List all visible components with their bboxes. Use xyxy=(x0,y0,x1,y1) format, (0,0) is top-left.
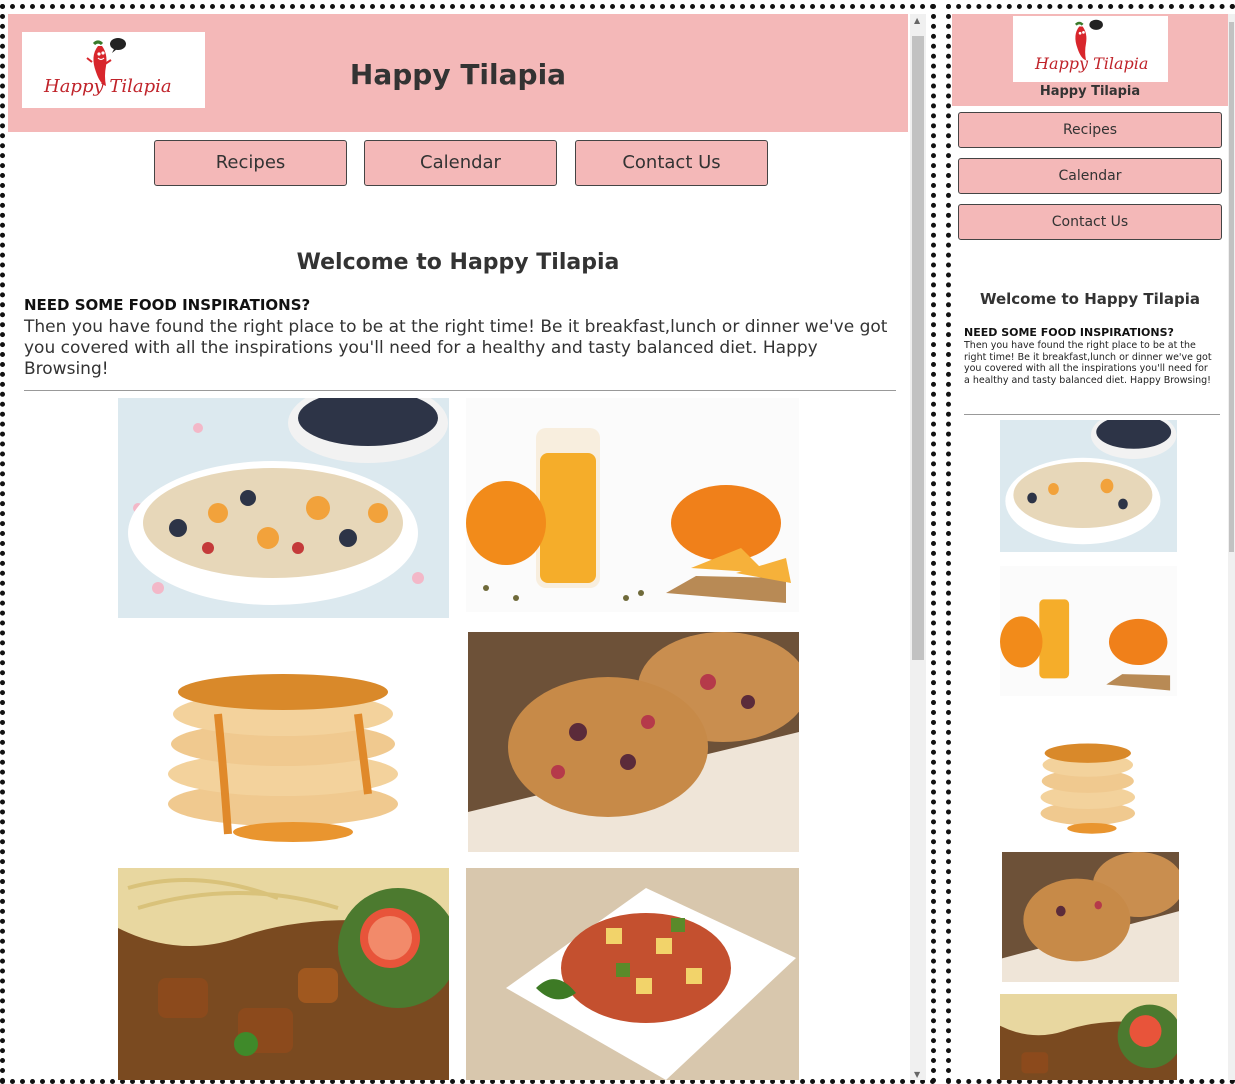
scones-image xyxy=(468,632,799,852)
site-header: Happy Tilapia Happy Tilapia xyxy=(8,14,908,132)
intro-paragraph: Then you have found the right place to b… xyxy=(24,317,888,379)
mobile-pancake-stack-image xyxy=(1020,722,1156,838)
fruit-oat-bowl-image xyxy=(118,398,449,618)
mobile-inspiration-subheading: NEED SOME FOOD INSPIRATIONS? xyxy=(964,326,1174,339)
scroll-down-arrow-icon[interactable]: ▼ xyxy=(914,1070,920,1079)
desktop-scrollbar-thumb[interactable] xyxy=(912,36,924,660)
mobile-scones-image xyxy=(1002,852,1179,982)
welcome-heading: Welcome to Happy Tilapia xyxy=(296,250,620,275)
desktop-viewport: Happy Tilapia Happy Tilapia Recipes Cale… xyxy=(8,14,908,1080)
nav-recipes-button[interactable]: Recipes xyxy=(154,140,347,186)
mango-juice-image xyxy=(466,398,799,612)
mobile-noodle-stew-salad-image xyxy=(1000,994,1177,1080)
diced-veggie-plate-image xyxy=(466,868,799,1080)
mobile-site-header: Happy Tilapia Happy Tilapia xyxy=(952,14,1228,106)
mobile-site-title: Happy Tilapia xyxy=(1039,84,1141,99)
inspiration-subheading: NEED SOME FOOD INSPIRATIONS? xyxy=(24,296,311,314)
mobile-nav-recipes-button[interactable]: Recipes xyxy=(958,112,1222,148)
scroll-up-arrow-icon[interactable]: ▲ xyxy=(914,16,920,25)
mobile-logo-wordmark: Happy Tilapia xyxy=(1035,54,1149,73)
mobile-nav-calendar-button[interactable]: Calendar xyxy=(958,158,1222,194)
mobile-nav-contact-button[interactable]: Contact Us xyxy=(958,204,1222,240)
mobile-fruit-oat-bowl-image xyxy=(1000,420,1177,552)
noodle-stew-salad-image xyxy=(118,868,449,1080)
mobile-viewport: Happy Tilapia Happy Tilapia Recipes Cale… xyxy=(952,14,1228,1080)
mobile-scrollbar-thumb[interactable] xyxy=(1229,22,1234,552)
mobile-intro-paragraph: Then you have found the right place to b… xyxy=(964,340,1212,386)
divider xyxy=(24,390,896,391)
mobile-mango-juice-image xyxy=(1000,566,1177,696)
nav-contact-button[interactable]: Contact Us xyxy=(575,140,768,186)
pancake-stack-image xyxy=(118,634,449,850)
mobile-site-logo[interactable]: Happy Tilapia xyxy=(1013,16,1168,82)
mobile-divider xyxy=(964,414,1220,415)
nav-calendar-button[interactable]: Calendar xyxy=(364,140,557,186)
site-title: Happy Tilapia xyxy=(349,58,567,91)
mobile-welcome-heading: Welcome to Happy Tilapia xyxy=(979,290,1201,308)
